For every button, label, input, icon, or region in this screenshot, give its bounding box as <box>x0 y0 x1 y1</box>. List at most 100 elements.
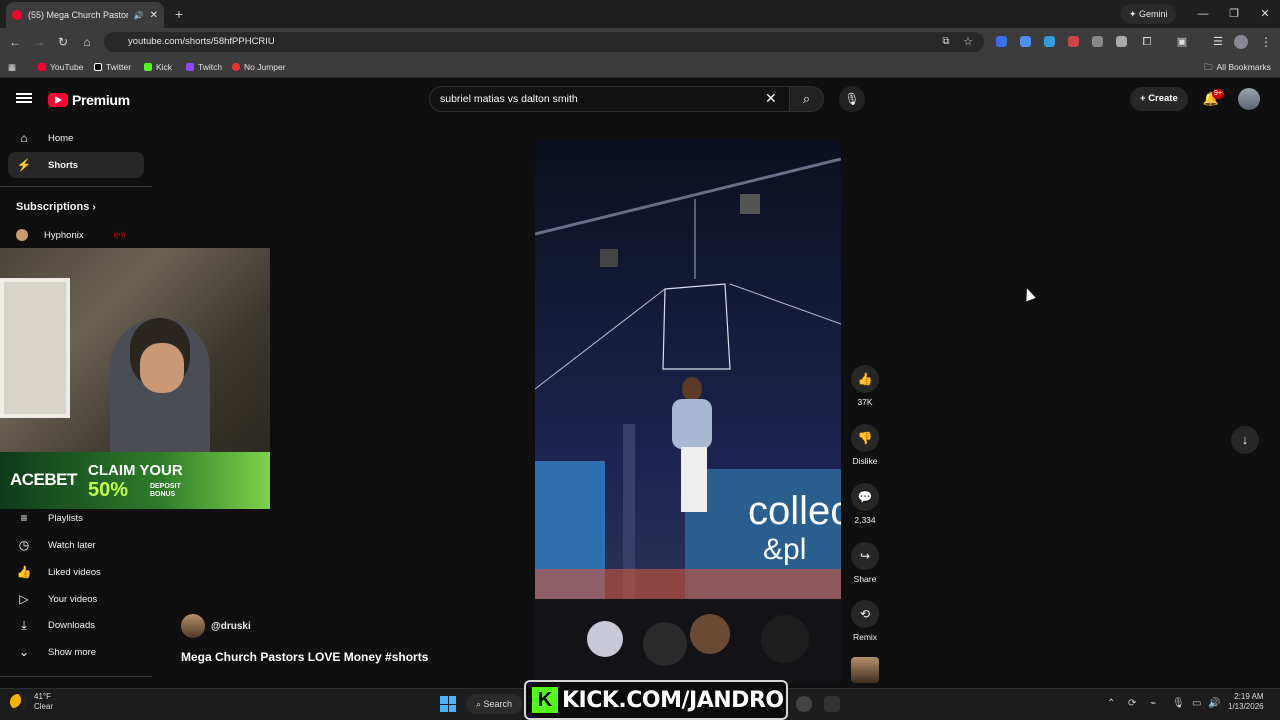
side-panel-icon[interactable]: ▣ <box>1174 34 1190 50</box>
taskbar-clock[interactable]: 2:19 AM 1/13/2026 <box>1228 692 1264 712</box>
tab-close-icon[interactable]: ✕ <box>150 10 158 21</box>
taskbar-app-icon[interactable] <box>824 696 840 712</box>
extension-icon[interactable] <box>996 36 1007 47</box>
x-icon <box>94 63 102 71</box>
remix-button[interactable]: ⟲ Remix <box>846 600 884 642</box>
logo-text: Premium <box>72 92 130 108</box>
share-label: Share <box>853 574 877 584</box>
voice-search-button[interactable]: 🎙 <box>839 86 865 112</box>
sidebar-item-label: Hyphonix <box>44 229 84 241</box>
back-icon[interactable]: ← <box>7 34 23 50</box>
bookmark-kick[interactable]: Kick <box>144 60 172 74</box>
sidebar-item-label: Liked videos <box>48 566 101 578</box>
taskbar-app-icon[interactable] <box>796 696 812 712</box>
chevron-right-icon: › <box>92 202 96 213</box>
comments-button[interactable]: 💬 2,334 <box>846 483 884 525</box>
new-tab-button[interactable]: + <box>170 5 188 23</box>
bookmark-twitter[interactable]: Twitter <box>94 60 131 74</box>
all-bookmarks[interactable]: 🗀 All Bookmarks <box>1204 60 1271 74</box>
twitch-icon <box>186 63 194 71</box>
bookmark-twitch[interactable]: Twitch <box>186 60 222 74</box>
minimize-button[interactable]: — <box>1195 6 1211 22</box>
sidebar-divider <box>0 676 152 677</box>
extension-icon[interactable] <box>1116 36 1127 47</box>
weather-widget[interactable]: 41°F Clear <box>10 692 53 712</box>
arrow-down-icon: ↓ <box>1241 432 1249 447</box>
menu-icon[interactable] <box>16 91 32 107</box>
search-icon: ⌕ <box>476 699 484 709</box>
microphone-icon: 🎙 <box>844 92 860 106</box>
sidebar-item-your-videos[interactable]: ▷ Your videos <box>8 586 144 612</box>
tab-search-icon[interactable]: ☰ <box>1210 34 1226 50</box>
network-icon[interactable]: ⌁ <box>1150 698 1156 709</box>
browser-menu-icon[interactable]: ⋮ <box>1258 34 1274 50</box>
profile-avatar-icon[interactable] <box>1234 35 1248 49</box>
clock-time: 2:19 AM <box>1234 692 1264 701</box>
clear-search-icon[interactable]: ✕ <box>765 90 777 107</box>
reload-icon[interactable]: ↻ <box>55 34 71 50</box>
extensions-puzzle-icon[interactable]: ⧠ <box>1139 34 1155 50</box>
extension-icon[interactable] <box>1020 36 1031 47</box>
search-input[interactable]: subriel matias vs dalton smith <box>429 86 790 112</box>
apps-grid-icon[interactable]: ▦ <box>8 60 16 74</box>
sidebar-divider <box>0 186 152 187</box>
sidebar-item-watch-later[interactable]: ◷ Watch later <box>8 532 144 558</box>
remix-label: Remix <box>852 632 878 642</box>
share-button[interactable]: ↪ Share <box>846 542 884 584</box>
sound-thumbnail[interactable] <box>851 657 879 683</box>
restore-button[interactable]: ❐ <box>1226 6 1242 22</box>
dislike-button[interactable]: 👎 Dislike <box>846 424 884 466</box>
extension-icon[interactable] <box>1068 36 1079 47</box>
forward-icon[interactable]: → <box>31 34 47 50</box>
microphone-tray-icon[interactable]: 🎙 <box>1172 698 1185 709</box>
close-window-button[interactable]: ✕ <box>1257 6 1273 22</box>
browser-tab[interactable]: (55) Mega Church Pastors L 🔊 ✕ <box>6 2 164 28</box>
sidebar-item-hyphonix[interactable]: Hyphonix ((•)) <box>8 222 144 248</box>
chevron-up-icon[interactable]: ⌃ <box>1107 698 1115 709</box>
download-icon: ⤓ <box>21 617 27 632</box>
author-avatar <box>181 614 205 638</box>
windows-start-icon[interactable] <box>440 696 456 712</box>
home-icon[interactable]: ⌂ <box>79 34 95 50</box>
bookmark-star-icon[interactable]: ☆ <box>960 34 976 50</box>
sidebar-item-liked-videos[interactable]: 👍 Liked videos <box>8 559 144 585</box>
home-icon: ⌂ <box>20 131 28 145</box>
bookmark-youtube[interactable]: YouTube <box>38 60 83 74</box>
sidebar-item-home[interactable]: ⌂ Home <box>8 125 144 151</box>
gemini-button[interactable]: ✦ Gemini <box>1121 4 1176 24</box>
gemini-label: Gemini <box>1139 9 1168 19</box>
video-frame: collec &pl <box>535 157 841 684</box>
short-video-player[interactable]: collec &pl <box>535 139 841 684</box>
share-icon: ↪ <box>851 542 879 570</box>
search-icon: ⌕ <box>802 91 811 106</box>
install-app-icon[interactable]: ⧉ <box>938 34 954 50</box>
thumbs-up-icon: 👍 <box>851 365 879 393</box>
subscriptions-heading[interactable]: Subscriptions › <box>16 201 96 213</box>
create-button[interactable]: + Create <box>1130 87 1188 111</box>
sidebar-item-downloads[interactable]: ⤓ Downloads <box>8 612 144 638</box>
address-bar[interactable]: youtube.com/shorts/58hfPPHCRIU <box>104 32 984 52</box>
notification-badge: 9+ <box>1212 89 1224 99</box>
no-jumper-icon <box>232 63 240 71</box>
like-count: 37K <box>857 397 873 407</box>
moon-icon <box>10 694 26 710</box>
comment-icon: 💬 <box>851 483 879 511</box>
sidebar-item-shorts[interactable]: ⚡ Shorts <box>8 152 144 178</box>
sync-icon[interactable]: ⟳ <box>1128 698 1136 709</box>
volume-icon[interactable]: 🔊 <box>1208 698 1220 709</box>
comment-count: 2,334 <box>854 515 876 525</box>
extension-icon[interactable] <box>1044 36 1055 47</box>
taskbar-search[interactable]: ⌕ Search <box>466 694 523 714</box>
youtube-premium-logo[interactable]: Premium <box>48 90 130 110</box>
display-icon[interactable]: ▭ <box>1192 698 1201 709</box>
account-avatar[interactable] <box>1238 88 1260 110</box>
bookmark-no-jumper[interactable]: No Jumper <box>232 60 286 74</box>
sidebar-item-show-more[interactable]: ⌄ Show more <box>8 639 144 665</box>
temperature: 41°F <box>34 692 51 701</box>
search-button[interactable]: ⌕ <box>790 86 824 112</box>
like-button[interactable]: 👍 37K <box>846 365 884 407</box>
ad-claim: CLAIM YOUR <box>88 462 183 479</box>
next-short-button[interactable]: ↓ <box>1231 426 1259 454</box>
extension-icon[interactable] <box>1092 36 1103 47</box>
channel-link[interactable]: @druski <box>181 614 251 638</box>
